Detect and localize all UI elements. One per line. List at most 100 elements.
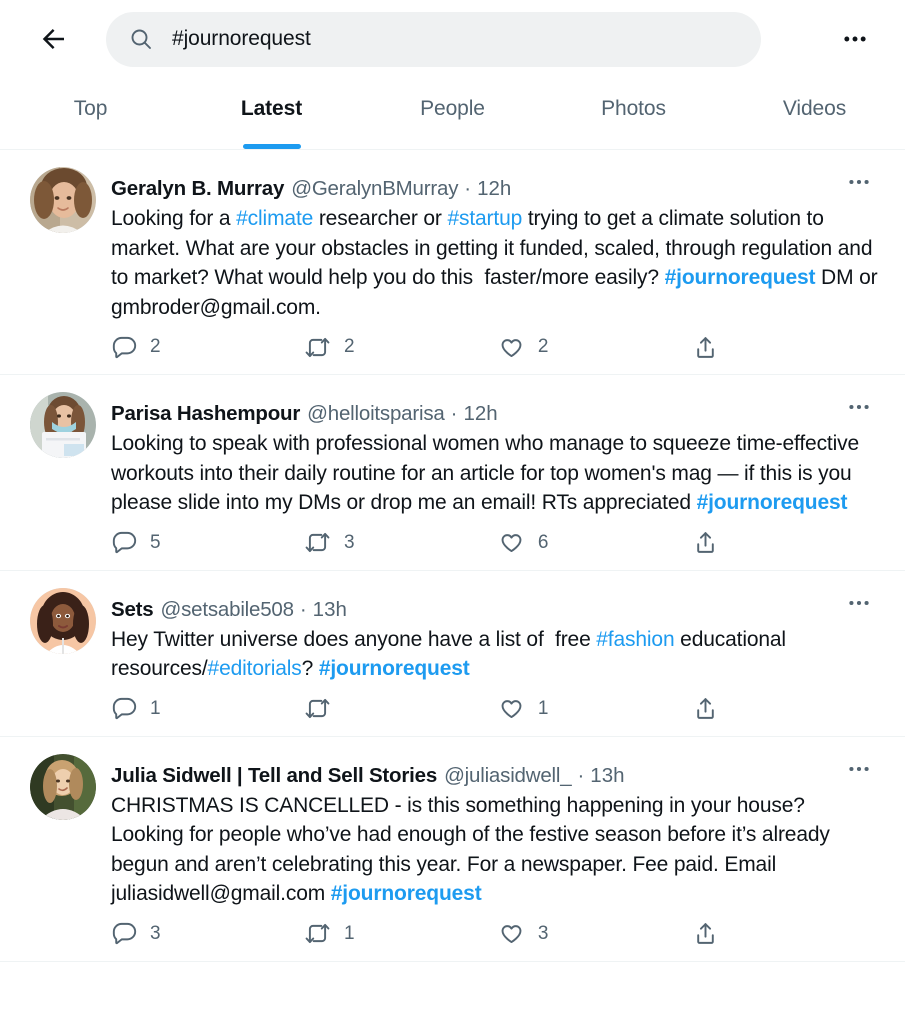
tab-label: Latest	[240, 97, 303, 120]
retweet-icon	[305, 921, 331, 947]
tab-active-underline	[242, 144, 301, 149]
tweet-author-name[interactable]: Julia Sidwell | Tell and Sell Stories	[111, 762, 437, 790]
tweet-text: CHRISTMAS IS CANCELLED - is this somethi…	[111, 791, 879, 909]
retweet-icon	[305, 696, 331, 722]
like-heart-icon	[499, 921, 525, 947]
top-bar	[0, 0, 905, 78]
tweet-text-run: Hey Twitter universe does anyone have a …	[111, 627, 597, 651]
avatar[interactable]	[30, 753, 96, 820]
tweet-header: Sets @setsabile508 · 13h	[111, 588, 879, 624]
retweet-button[interactable]	[305, 696, 499, 722]
tab-people[interactable]: People	[362, 78, 543, 149]
retweet-count: 1	[343, 922, 355, 944]
reply-icon	[111, 530, 137, 556]
reply-button[interactable]: 5	[111, 530, 305, 556]
tweet-timestamp[interactable]: 13h	[590, 762, 624, 790]
search-input[interactable]	[172, 27, 739, 51]
like-button[interactable]: 2	[499, 334, 693, 360]
like-count: 6	[537, 531, 549, 553]
tweet-item[interactable]: Geralyn B. Murray @GeralynBMurray · 12h Look…	[0, 150, 905, 375]
tweet-author-handle[interactable]: @setsabile508	[161, 596, 295, 624]
avatar[interactable]	[30, 392, 96, 458]
tweet-item[interactable]: Parisa Hashempour @helloitsparisa · 12h Look…	[0, 375, 905, 571]
tweet-text-run: Looking for a	[111, 207, 237, 230]
share-icon	[693, 696, 719, 722]
tweet-timestamp[interactable]: 13h	[313, 596, 347, 624]
retweet-icon	[305, 530, 331, 556]
back-arrow-icon[interactable]	[30, 15, 78, 63]
tweet-timestamp[interactable]: 12h	[477, 175, 511, 203]
share-button[interactable]	[693, 530, 751, 556]
like-button[interactable]: 3	[499, 921, 693, 947]
hashtag-link[interactable]: #climate	[236, 207, 313, 230]
like-heart-icon	[499, 696, 525, 722]
tweet-author-name[interactable]: Sets	[111, 596, 154, 624]
tab-label: Videos	[782, 97, 847, 120]
like-button[interactable]: 6	[499, 530, 693, 556]
hashtag-link-match[interactable]: #journorequest	[319, 657, 470, 680]
more-horizontal-icon[interactable]	[839, 754, 879, 784]
reply-icon	[111, 921, 137, 947]
more-horizontal-icon[interactable]	[839, 588, 879, 618]
tab-label: Photos	[601, 97, 666, 120]
tweet-author-handle[interactable]: @GeralynBMurray	[291, 175, 458, 203]
tweet-author-name[interactable]: Parisa Hashempour	[111, 400, 300, 428]
tweet-text-run: ?	[301, 657, 319, 680]
search-tabs: Top Latest People Photos Videos	[0, 78, 905, 150]
search-bar[interactable]	[106, 11, 761, 67]
search-icon	[128, 26, 154, 52]
tab-latest[interactable]: Latest	[181, 78, 362, 149]
tweet-header: Geralyn B. Murray @GeralynBMurray · 12h	[111, 167, 879, 203]
tweet-feed: Geralyn B. Murray @GeralynBMurray · 12h Look…	[0, 150, 905, 962]
like-count: 3	[537, 922, 549, 944]
tab-photos[interactable]: Photos	[543, 78, 724, 149]
more-horizontal-icon[interactable]	[839, 167, 879, 197]
share-icon	[693, 530, 719, 556]
reply-icon	[111, 334, 137, 360]
tweet-author-name[interactable]: Geralyn B. Murray	[111, 175, 284, 203]
hashtag-link-match[interactable]: #journorequest	[665, 266, 816, 289]
tweet-body: Sets @setsabile508 · 13h Hey Twitter univers…	[111, 588, 879, 730]
retweet-button[interactable]: 3	[305, 530, 499, 556]
share-button[interactable]	[693, 696, 751, 722]
retweet-button[interactable]: 1	[305, 921, 499, 947]
reply-count: 5	[150, 531, 161, 553]
tweet-author-handle[interactable]: @juliasidwell_	[444, 762, 572, 790]
share-button[interactable]	[693, 334, 751, 360]
hashtag-link[interactable]: #startup	[447, 207, 522, 230]
tab-label: Top	[73, 97, 108, 120]
tweet-text: Looking to speak with professional women…	[111, 429, 879, 518]
tweet-text: Looking for a #climate researcher or #st…	[111, 204, 879, 322]
reply-button[interactable]: 1	[111, 696, 305, 722]
tweet-separator: ·	[577, 763, 585, 787]
hashtag-link-match[interactable]: #journorequest	[697, 491, 848, 514]
retweet-count: 2	[343, 336, 355, 357]
tab-top[interactable]: Top	[0, 78, 181, 149]
hashtag-link-match[interactable]: #journorequest	[331, 882, 482, 905]
hashtag-link[interactable]: #editorials	[208, 657, 302, 680]
like-count: 2	[537, 336, 549, 357]
avatar[interactable]	[30, 587, 96, 654]
more-horizontal-icon[interactable]	[831, 15, 879, 63]
more-horizontal-icon[interactable]	[839, 392, 879, 422]
tweet-item[interactable]: Sets @setsabile508 · 13h Hey Twitter univers…	[0, 570, 905, 737]
reply-icon	[111, 696, 137, 722]
like-button[interactable]: 1	[499, 696, 693, 722]
reply-count: 3	[150, 922, 161, 944]
tab-videos[interactable]: Videos	[724, 78, 905, 149]
retweet-button[interactable]: 2	[305, 334, 499, 360]
tweet-author-handle[interactable]: @helloitsparisa	[307, 400, 445, 428]
hashtag-link[interactable]: #fashion	[596, 628, 674, 651]
tweet-timestamp[interactable]: 12h	[463, 400, 497, 428]
reply-button[interactable]: 3	[111, 921, 305, 947]
tab-label: People	[420, 97, 485, 120]
share-button[interactable]	[693, 921, 751, 947]
tweet-actions: 5 3 6	[111, 530, 751, 564]
reply-count: 1	[150, 697, 161, 719]
reply-button[interactable]: 2	[111, 334, 305, 360]
reply-count: 2	[150, 336, 161, 357]
tweet-item[interactable]: Julia Sidwell | Tell and Sell Stories @ju…	[0, 736, 905, 962]
retweet-count: 3	[343, 531, 355, 553]
avatar[interactable]	[30, 167, 96, 233]
tweet-body: Geralyn B. Murray @GeralynBMurray · 12h Look…	[111, 167, 879, 368]
